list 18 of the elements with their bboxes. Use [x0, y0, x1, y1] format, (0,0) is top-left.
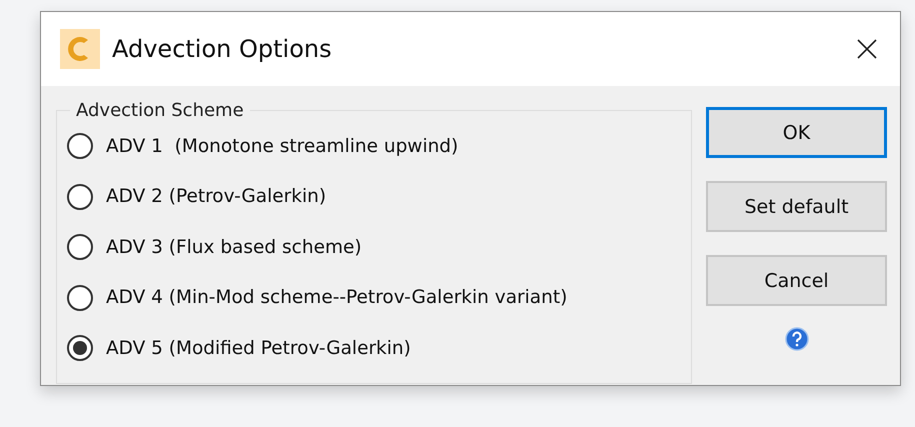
group-title: Advection Scheme [75, 100, 245, 121]
radio-button[interactable] [67, 234, 93, 260]
radio-label[interactable]: ADV 4 (Min-Mod scheme--Petrov-Galerkin variant) [106, 287, 568, 308]
close-icon [856, 38, 878, 60]
radio-label[interactable]: ADV 2 (Petrov-Galerkin) [106, 186, 326, 208]
window-title: Advection Options [112, 35, 333, 63]
dialog-button[interactable]: Cancel [706, 255, 887, 306]
radio-button[interactable] [67, 133, 93, 160]
radio-label[interactable]: ADV 1 (Monotone streamline upwind) [106, 136, 458, 157]
radio-label[interactable]: ADV 5 (Modified Petrov-Galerkin) [106, 338, 411, 359]
radio-button[interactable] [67, 284, 93, 311]
dialog-button[interactable]: Set default [706, 181, 887, 232]
radio-button[interactable] [67, 335, 93, 362]
dialog-button[interactable]: OK [706, 107, 887, 158]
radio-label[interactable]: ADV 3 (Flux based scheme) [106, 236, 362, 258]
radio-button[interactable] [67, 184, 93, 210]
help-icon[interactable] [784, 327, 808, 351]
app-logo-icon [60, 29, 100, 69]
